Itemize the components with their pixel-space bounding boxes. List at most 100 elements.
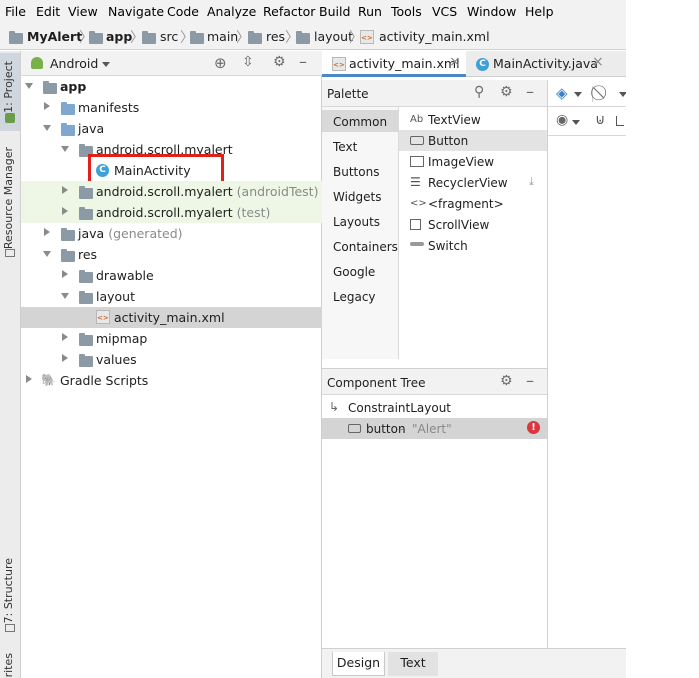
breadcrumb-layout[interactable]: layout xyxy=(314,29,353,44)
expand-arrow-icon[interactable] xyxy=(25,83,33,89)
palette-item-fragment[interactable]: <> <fragment> xyxy=(399,193,547,214)
menu-window[interactable]: Window xyxy=(467,4,516,19)
palette-item-button[interactable]: Button xyxy=(399,130,547,151)
tree-item-java-generated[interactable]: java (generated) xyxy=(21,223,322,244)
close-icon[interactable]: × xyxy=(449,54,461,70)
menu-help[interactable]: Help xyxy=(525,4,554,19)
breadcrumb-main[interactable]: main xyxy=(207,29,238,44)
tree-item-package-test[interactable]: android.scroll.myalert (test) xyxy=(21,202,322,223)
breadcrumb-activity-main[interactable]: activity_main.xml xyxy=(379,29,490,44)
menu-code[interactable]: Code xyxy=(167,4,199,19)
tree-item-app[interactable]: app xyxy=(21,76,322,97)
expand-arrow-icon[interactable] xyxy=(43,125,51,131)
expand-arrow-icon[interactable] xyxy=(61,146,69,152)
tree-item-res[interactable]: res xyxy=(21,244,322,265)
menu-run[interactable]: Run xyxy=(358,4,382,19)
palette-item-recyclerview[interactable]: ☰ RecyclerView ⤓ xyxy=(399,172,547,193)
structure-tool-tab[interactable]: 7: Structure xyxy=(0,556,20,638)
tree-item-mipmap[interactable]: mipmap xyxy=(21,328,322,349)
magnet-icon[interactable]: ⊍ xyxy=(595,112,605,128)
breadcrumb-src[interactable]: src xyxy=(160,29,178,44)
chevron-down-icon[interactable] xyxy=(574,92,582,97)
minimize-icon[interactable]: – xyxy=(299,52,307,71)
breadcrumb-myalert[interactable]: MyAlert xyxy=(27,29,82,44)
gear-icon[interactable]: ⚙ xyxy=(273,54,286,70)
category-containers[interactable]: Containers xyxy=(333,240,398,254)
resource-manager-tool-tab[interactable]: Resource Manager xyxy=(0,143,20,263)
palette-item-scrollview[interactable]: ScrollView xyxy=(399,214,547,235)
palette-categories: Common Text Buttons Widgets Layouts Cont… xyxy=(322,107,399,359)
component-button[interactable]: button - "Alert" ! xyxy=(322,418,547,439)
locate-icon[interactable]: ⊕ xyxy=(214,54,227,72)
menu-refactor[interactable]: Refactor xyxy=(263,4,315,19)
tab-design[interactable]: Design xyxy=(332,652,385,676)
collapse-arrow-icon[interactable] xyxy=(62,186,68,194)
collapse-all-icon[interactable]: ⇳ xyxy=(242,54,254,70)
eye-icon[interactable]: ◉ xyxy=(556,112,568,128)
breadcrumb: MyAlert 〉 app 〉 src 〉 main 〉 res 〉 layou… xyxy=(0,24,626,50)
project-tool-tab[interactable]: 1: Project xyxy=(0,53,20,131)
tree-item-java[interactable]: java xyxy=(21,118,322,139)
component-constraintlayout[interactable]: ↳ ConstraintLayout xyxy=(322,397,547,418)
tab-mainactivity-java[interactable]: C MainActivity.java × xyxy=(468,51,606,77)
collapse-arrow-icon[interactable] xyxy=(44,228,50,236)
menu-analyze[interactable]: Analyze xyxy=(207,4,256,19)
chevron-down-icon[interactable] xyxy=(572,120,580,125)
tree-item-package-androidtest[interactable]: android.scroll.myalert (androidTest) xyxy=(21,181,322,202)
collapse-arrow-icon[interactable] xyxy=(62,270,68,278)
expand-arrow-icon[interactable] xyxy=(43,251,51,257)
menu-edit[interactable]: Edit xyxy=(36,4,60,19)
gear-icon[interactable]: ⚙ xyxy=(500,373,513,389)
palette-item-imageview[interactable]: ImageView xyxy=(399,151,547,172)
menu-navigate[interactable]: Navigate xyxy=(108,4,164,19)
project-view-selector[interactable]: Android xyxy=(50,56,98,71)
download-icon[interactable]: ⤓ xyxy=(529,175,534,189)
design-toolbar-row-2: ◉ ⊍ xyxy=(548,108,627,136)
tree-item-manifests[interactable]: manifests xyxy=(21,97,322,118)
tree-item-layout[interactable]: layout xyxy=(21,286,322,307)
tree-item-drawable[interactable]: drawable xyxy=(21,265,322,286)
tree-item-values[interactable]: values xyxy=(21,349,322,370)
category-legacy[interactable]: Legacy xyxy=(333,290,376,304)
gear-icon[interactable]: ⚙ xyxy=(500,84,513,100)
error-icon[interactable]: ! xyxy=(527,421,540,434)
palette-item-label: <fragment> xyxy=(428,197,504,211)
chevron-down-icon[interactable] xyxy=(102,62,110,67)
close-icon[interactable]: × xyxy=(592,54,604,70)
collapse-arrow-icon[interactable] xyxy=(62,333,68,341)
breadcrumb-res[interactable]: res xyxy=(266,29,285,44)
layers-icon[interactable]: ◈ xyxy=(556,84,568,102)
tree-item-gradle-scripts[interactable]: 🐘 Gradle Scripts xyxy=(21,370,322,391)
minimize-icon[interactable]: – xyxy=(526,371,534,390)
margin-icon[interactable] xyxy=(616,116,624,126)
collapse-arrow-icon[interactable] xyxy=(26,375,32,383)
expand-arrow-icon[interactable] xyxy=(61,293,69,299)
menu-file[interactable]: File xyxy=(5,4,26,19)
category-text[interactable]: Text xyxy=(333,140,357,154)
palette-item-switch[interactable]: Switch xyxy=(399,235,547,256)
menu-view[interactable]: View xyxy=(68,4,98,19)
palette-item-textview[interactable]: Ab TextView xyxy=(399,109,547,130)
category-layouts[interactable]: Layouts xyxy=(333,215,380,229)
tab-activity-main[interactable]: activity_main.xml × xyxy=(322,51,466,77)
tab-text[interactable]: Text xyxy=(388,652,438,676)
category-common[interactable]: Common xyxy=(333,115,387,129)
menu-build[interactable]: Build xyxy=(319,4,350,19)
menu-vcs[interactable]: VCS xyxy=(432,4,457,19)
favorites-tool-tab[interactable]: orites xyxy=(0,651,20,678)
menu-tools[interactable]: Tools xyxy=(391,4,422,19)
minimize-icon[interactable]: – xyxy=(526,82,534,101)
collapse-arrow-icon[interactable] xyxy=(44,102,50,110)
category-widgets[interactable]: Widgets xyxy=(333,190,382,204)
search-icon[interactable]: ⚲ xyxy=(474,84,484,100)
tree-item-activity-main[interactable]: activity_main.xml xyxy=(21,307,322,328)
switch-icon xyxy=(410,242,424,246)
tree-item-mainactivity[interactable]: C MainActivity xyxy=(21,160,322,181)
palette-item-label: TextView xyxy=(428,113,481,127)
tree-item-package[interactable]: android.scroll.myalert xyxy=(21,139,322,160)
category-google[interactable]: Google xyxy=(333,265,375,279)
breadcrumb-app[interactable]: app xyxy=(106,29,132,44)
collapse-arrow-icon[interactable] xyxy=(62,207,68,215)
collapse-arrow-icon[interactable] xyxy=(62,354,68,362)
category-buttons[interactable]: Buttons xyxy=(333,165,379,179)
